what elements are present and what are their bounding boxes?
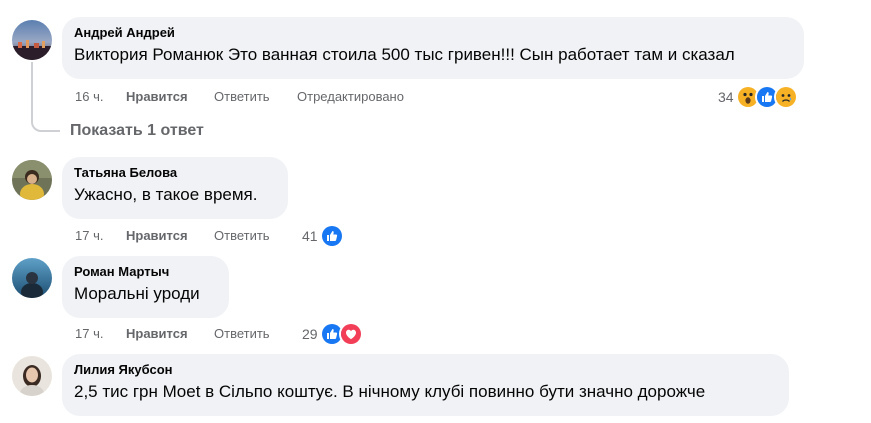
comment-time[interactable]: 16 ч. — [75, 89, 103, 105]
reaction-count: 41 — [302, 228, 318, 244]
reaction-summary[interactable]: 34 — [718, 85, 798, 109]
comment-text: Ужасно, в такое время. — [74, 185, 258, 204]
like-button[interactable]: Нравится — [126, 228, 188, 244]
comment-actions: 17 ч. Нравится Ответить — [75, 228, 305, 244]
avatar[interactable] — [12, 20, 52, 60]
like-button[interactable]: Нравится — [126, 326, 188, 342]
comment-bubble: Андрей Андрей Виктория Романюк Это ванна… — [62, 17, 804, 79]
thread-connector — [31, 62, 60, 132]
comment-time[interactable]: 17 ч. — [75, 228, 103, 244]
reaction-summary[interactable]: 29 — [302, 322, 363, 346]
comment-author[interactable]: Андрей Андрей — [74, 25, 792, 41]
like-button[interactable]: Нравится — [126, 89, 188, 105]
love-icon — [338, 322, 363, 346]
comment-author[interactable]: Татьяна Белова — [74, 165, 276, 181]
edited-label[interactable]: Отредактировано — [297, 89, 404, 105]
comment-bubble: Татьяна Белова Ужасно, в такое время. — [62, 157, 288, 219]
reply-button[interactable]: Ответить — [214, 89, 270, 105]
avatar[interactable] — [12, 160, 52, 200]
sad-icon — [773, 85, 798, 109]
comment-text: 2,5 тис грн Moet в Сільпо коштує. В нічн… — [74, 382, 706, 401]
avatar[interactable] — [12, 258, 52, 298]
comment-author[interactable]: Роман Мартыч — [74, 264, 217, 280]
show-replies-link[interactable]: Показать 1 ответ — [70, 122, 204, 140]
reaction-count: 29 — [302, 326, 318, 342]
reply-button[interactable]: Ответить — [214, 228, 270, 244]
comment-bubble: Роман Мартыч Моральні уроди — [62, 256, 229, 318]
avatar[interactable] — [12, 356, 52, 396]
comment-author[interactable]: Лилия Якубсон — [74, 362, 777, 378]
like-icon — [319, 224, 344, 248]
comment-actions: 17 ч. Нравится Ответить — [75, 326, 305, 342]
comment-text: Виктория Романюк Это ванная стоила 500 т… — [74, 45, 735, 64]
comment-bubble: Лилия Якубсон 2,5 тис грн Moet в Сільпо … — [62, 354, 789, 416]
comment-actions: 16 ч. Нравится Ответить Отредактировано — [75, 89, 475, 105]
comment-text: Моральні уроди — [74, 284, 200, 303]
comment-time[interactable]: 17 ч. — [75, 326, 103, 342]
reaction-count: 34 — [718, 89, 734, 105]
reaction-summary[interactable]: 41 — [302, 224, 344, 248]
reply-button[interactable]: Ответить — [214, 326, 270, 342]
